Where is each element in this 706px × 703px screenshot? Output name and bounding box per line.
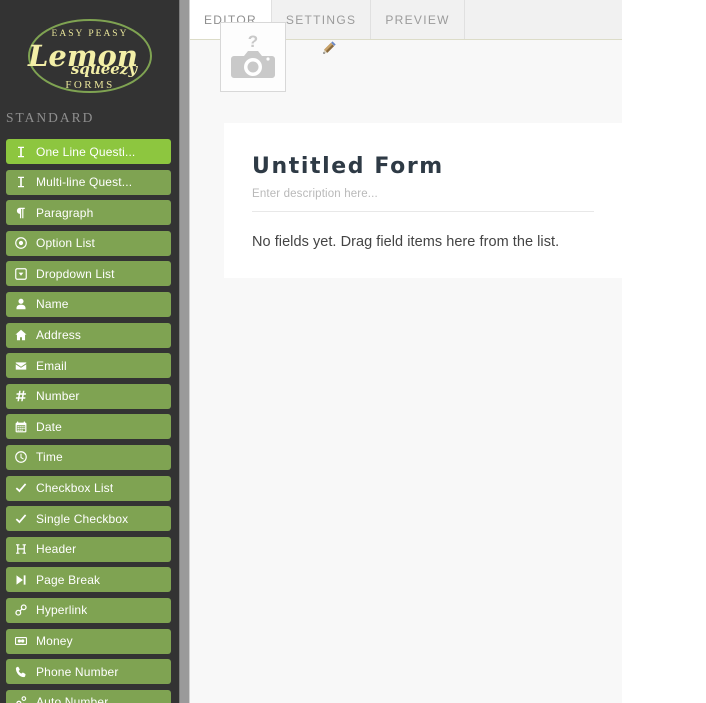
broken-image-camera-icon: ? — [231, 32, 275, 78]
page-break-icon — [6, 574, 36, 586]
text-cursor-icon — [6, 176, 36, 188]
auto-number-icon — [6, 696, 36, 703]
lemon-squeezy-forms-logo: EASY PEASY Lemon squeezy FORMS — [0, 12, 179, 100]
phone-icon — [6, 666, 36, 678]
hash-icon — [6, 390, 36, 402]
sidebar-item-label: One Line Questi... — [36, 144, 136, 159]
sidebar-item-label: Dropdown List — [36, 266, 115, 281]
sidebar-item-label: Page Break — [36, 572, 101, 587]
money-bill-icon — [6, 635, 36, 647]
sidebar-item-phone-number[interactable]: Phone Number — [6, 659, 171, 685]
sidebar-item-single-checkbox[interactable]: Single Checkbox — [6, 506, 171, 532]
pilcrow-icon — [6, 207, 36, 219]
sidebar-item-label: Date — [36, 419, 62, 434]
person-icon — [6, 298, 36, 310]
radio-button-icon — [6, 237, 36, 250]
envelope-icon — [6, 360, 36, 372]
sidebar-item-label: Address — [36, 328, 82, 343]
sidebar-section-label: STANDARD — [6, 110, 95, 125]
sidebar-field-list: One Line Questi... Multi-line Quest... Par… — [0, 139, 179, 703]
sidebar-item-email[interactable]: Email — [6, 353, 171, 379]
header-h-icon — [6, 543, 36, 555]
link-chain-icon — [6, 604, 36, 617]
sidebar-item-name[interactable]: Name — [6, 291, 171, 317]
sidebar-item-label: Single Checkbox — [36, 511, 129, 526]
sidebar-item-label: Multi-line Quest... — [36, 175, 133, 190]
sidebar-item-paragraph[interactable]: Paragraph — [6, 200, 171, 226]
sidebar-item-label: Email — [36, 358, 67, 373]
form-image-placeholder[interactable]: ? — [220, 22, 286, 92]
sidebar: EASY PEASY Lemon squeezy FORMS STANDARD … — [0, 0, 179, 703]
text-cursor-icon — [6, 146, 36, 158]
sidebar-item-label: Phone Number — [36, 664, 119, 679]
pencil-icon — [323, 41, 336, 54]
sidebar-item-auto-number[interactable]: Auto Number — [6, 689, 171, 703]
sidebar-item-label: Hyperlink — [36, 603, 88, 618]
edit-form-image-pencil-icon[interactable] — [322, 40, 337, 57]
sidebar-item-header[interactable]: Header — [6, 536, 171, 562]
sidebar-item-checkbox-list[interactable]: Checkbox List — [6, 475, 171, 501]
calendar-icon — [6, 421, 36, 433]
form-title[interactable]: Untitled Form — [252, 154, 594, 179]
clock-icon — [6, 451, 36, 464]
sidebar-item-date[interactable]: Date — [6, 414, 171, 440]
sidebar-item-label: Header — [36, 542, 77, 557]
empty-state-message: No fields yet. Drag field items here fro… — [252, 234, 560, 251]
sidebar-item-label: Money — [36, 634, 73, 648]
form-card: Untitled Form Enter description here... … — [224, 123, 622, 279]
sidebar-item-dropdown-list[interactable]: Dropdown List — [6, 261, 171, 287]
sidebar-item-page-break[interactable]: Page Break — [6, 567, 171, 593]
sidebar-item-label: Time — [36, 450, 63, 465]
sidebar-scrollbar[interactable] — [179, 0, 190, 703]
checkmark-icon — [6, 482, 36, 494]
sidebar-item-label: Number — [36, 389, 80, 404]
sidebar-item-label: Auto Number — [36, 695, 109, 703]
logo-icon: EASY PEASY Lemon squeezy FORMS — [27, 19, 152, 93]
svg-text:?: ? — [248, 32, 258, 51]
checkmark-icon — [6, 513, 36, 525]
sidebar-item-option-list[interactable]: Option List — [6, 230, 171, 256]
sidebar-item-label: Paragraph — [36, 205, 94, 220]
form-header-divider — [252, 211, 594, 213]
dropdown-caret-icon — [6, 268, 36, 280]
tab-bar-filler — [464, 0, 622, 39]
form-description-placeholder[interactable]: Enter description here... — [252, 188, 594, 200]
sidebar-item-money[interactable]: Money — [6, 628, 171, 654]
main-pane: EDITOR SETTINGS PREVIEW ? Untitled Form … — [190, 0, 706, 703]
sidebar-item-time[interactable]: Time — [6, 444, 171, 470]
sidebar-item-label: Name — [36, 297, 69, 312]
svg-text:squeezy: squeezy — [70, 60, 137, 78]
sidebar-item-number[interactable]: Number — [6, 383, 171, 409]
svg-text:EASY PEASY: EASY PEASY — [51, 29, 128, 39]
sidebar-item-hyperlink[interactable]: Hyperlink — [6, 597, 171, 623]
form-builder-app: EASY PEASY Lemon squeezy FORMS STANDARD … — [0, 0, 706, 703]
tab-preview[interactable]: PREVIEW — [371, 0, 465, 39]
sidebar-item-address[interactable]: Address — [6, 322, 171, 348]
sidebar-item-label: Option List — [36, 236, 96, 251]
sidebar-item-multi-line-quest[interactable]: Multi-line Quest... — [6, 169, 171, 195]
sidebar-item-label: Checkbox List — [36, 481, 114, 496]
sidebar-item-one-line-questi[interactable]: One Line Questi... — [6, 139, 171, 164]
svg-text:FORMS: FORMS — [65, 79, 114, 91]
form-header-image-row: ? — [220, 22, 337, 92]
home-icon — [6, 329, 36, 341]
